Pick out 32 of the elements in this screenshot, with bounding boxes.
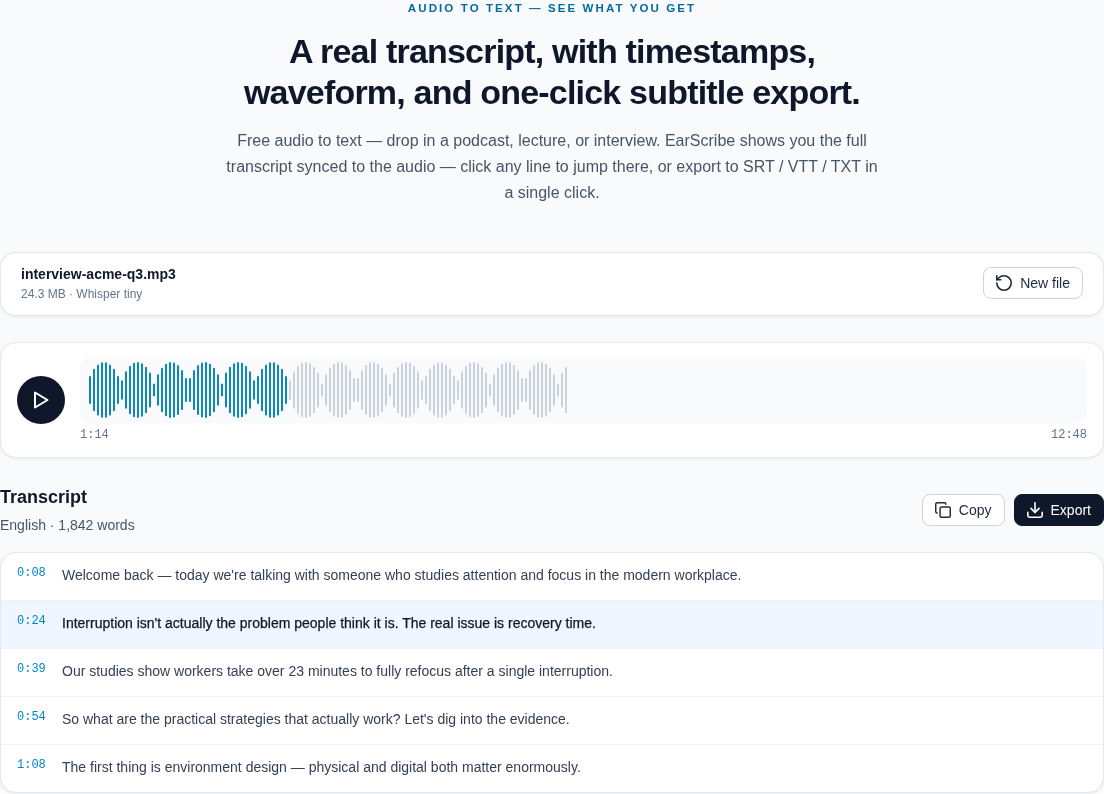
- copy-button[interactable]: Copy: [921, 494, 1005, 526]
- export-button[interactable]: Export: [1013, 494, 1104, 526]
- play-button[interactable]: [17, 376, 65, 424]
- copy-icon: [934, 502, 951, 518]
- transcript-meta: English · 1,842 words: [0, 516, 135, 535]
- timestamp: 0:08: [17, 565, 47, 581]
- timestamp: 0:54: [17, 709, 47, 725]
- transcript-line: So what are the practical strategies that actually work? Let's dig into the evidence.: [62, 710, 570, 729]
- transcript-row[interactable]: 0:24 Interruption isn't actually the problem people think it is. The real issue is recovery time.: [1, 601, 1103, 649]
- transcript-row[interactable]: 1:08 The first thing is environment design — physical and digital both matter enormously.: [1, 745, 1103, 792]
- page-title: A real transcript, with timestamps, waveform, and one-click subtitle export.: [242, 31, 861, 113]
- transcript-title: Transcript: [0, 486, 89, 509]
- download-icon: [1026, 502, 1043, 518]
- timestamp: 0:39: [17, 661, 47, 677]
- page-description: Free audio to text — drop in a podcast, lecture, or interview. EarScribe shows you the full transcript synced to the audio — click any line to jump there, or export to SRT / VTT / TXT in a single click.: [225, 131, 879, 203]
- transcript-line: The first thing is environment design — physical and digital both matter enormously.: [62, 758, 581, 777]
- transcript-line: Welcome back — today we're talking with someone who studies attention and focus in the modern workplace.: [62, 566, 742, 585]
- transcript-line: Interruption isn't actually the problem people think it is. The real issue is recovery time.: [62, 614, 596, 633]
- waveform-track[interactable]: [80, 357, 1087, 423]
- transcript-line: Our studies show workers take over 23 minutes to fully refocus after a single interruption.: [62, 662, 613, 681]
- new-file-button[interactable]: New file: [983, 267, 1083, 299]
- file-name: interview-acme-q3.mp3: [21, 265, 176, 284]
- file-meta: 24.3 MB · Whisper tiny: [21, 286, 144, 302]
- transcript-row[interactable]: 0:39 Our studies show workers take over 23 minutes to fully refocus after a single interruption.: [1, 649, 1103, 697]
- play-icon: [33, 391, 49, 409]
- circular-arrow-icon: [996, 275, 1013, 291]
- timestamp: 1:08: [17, 757, 47, 773]
- current-time: 1:14: [80, 427, 109, 443]
- transcript-row[interactable]: 0:54 So what are the practical strategies that actually work? Let's dig into the evidence.: [1, 697, 1103, 745]
- timestamp: 0:24: [17, 613, 47, 629]
- duration-time: 12:48: [1051, 427, 1087, 443]
- eyebrow-label: AUDIO TO TEXT — SEE WHAT YOU GET: [407, 1, 697, 16]
